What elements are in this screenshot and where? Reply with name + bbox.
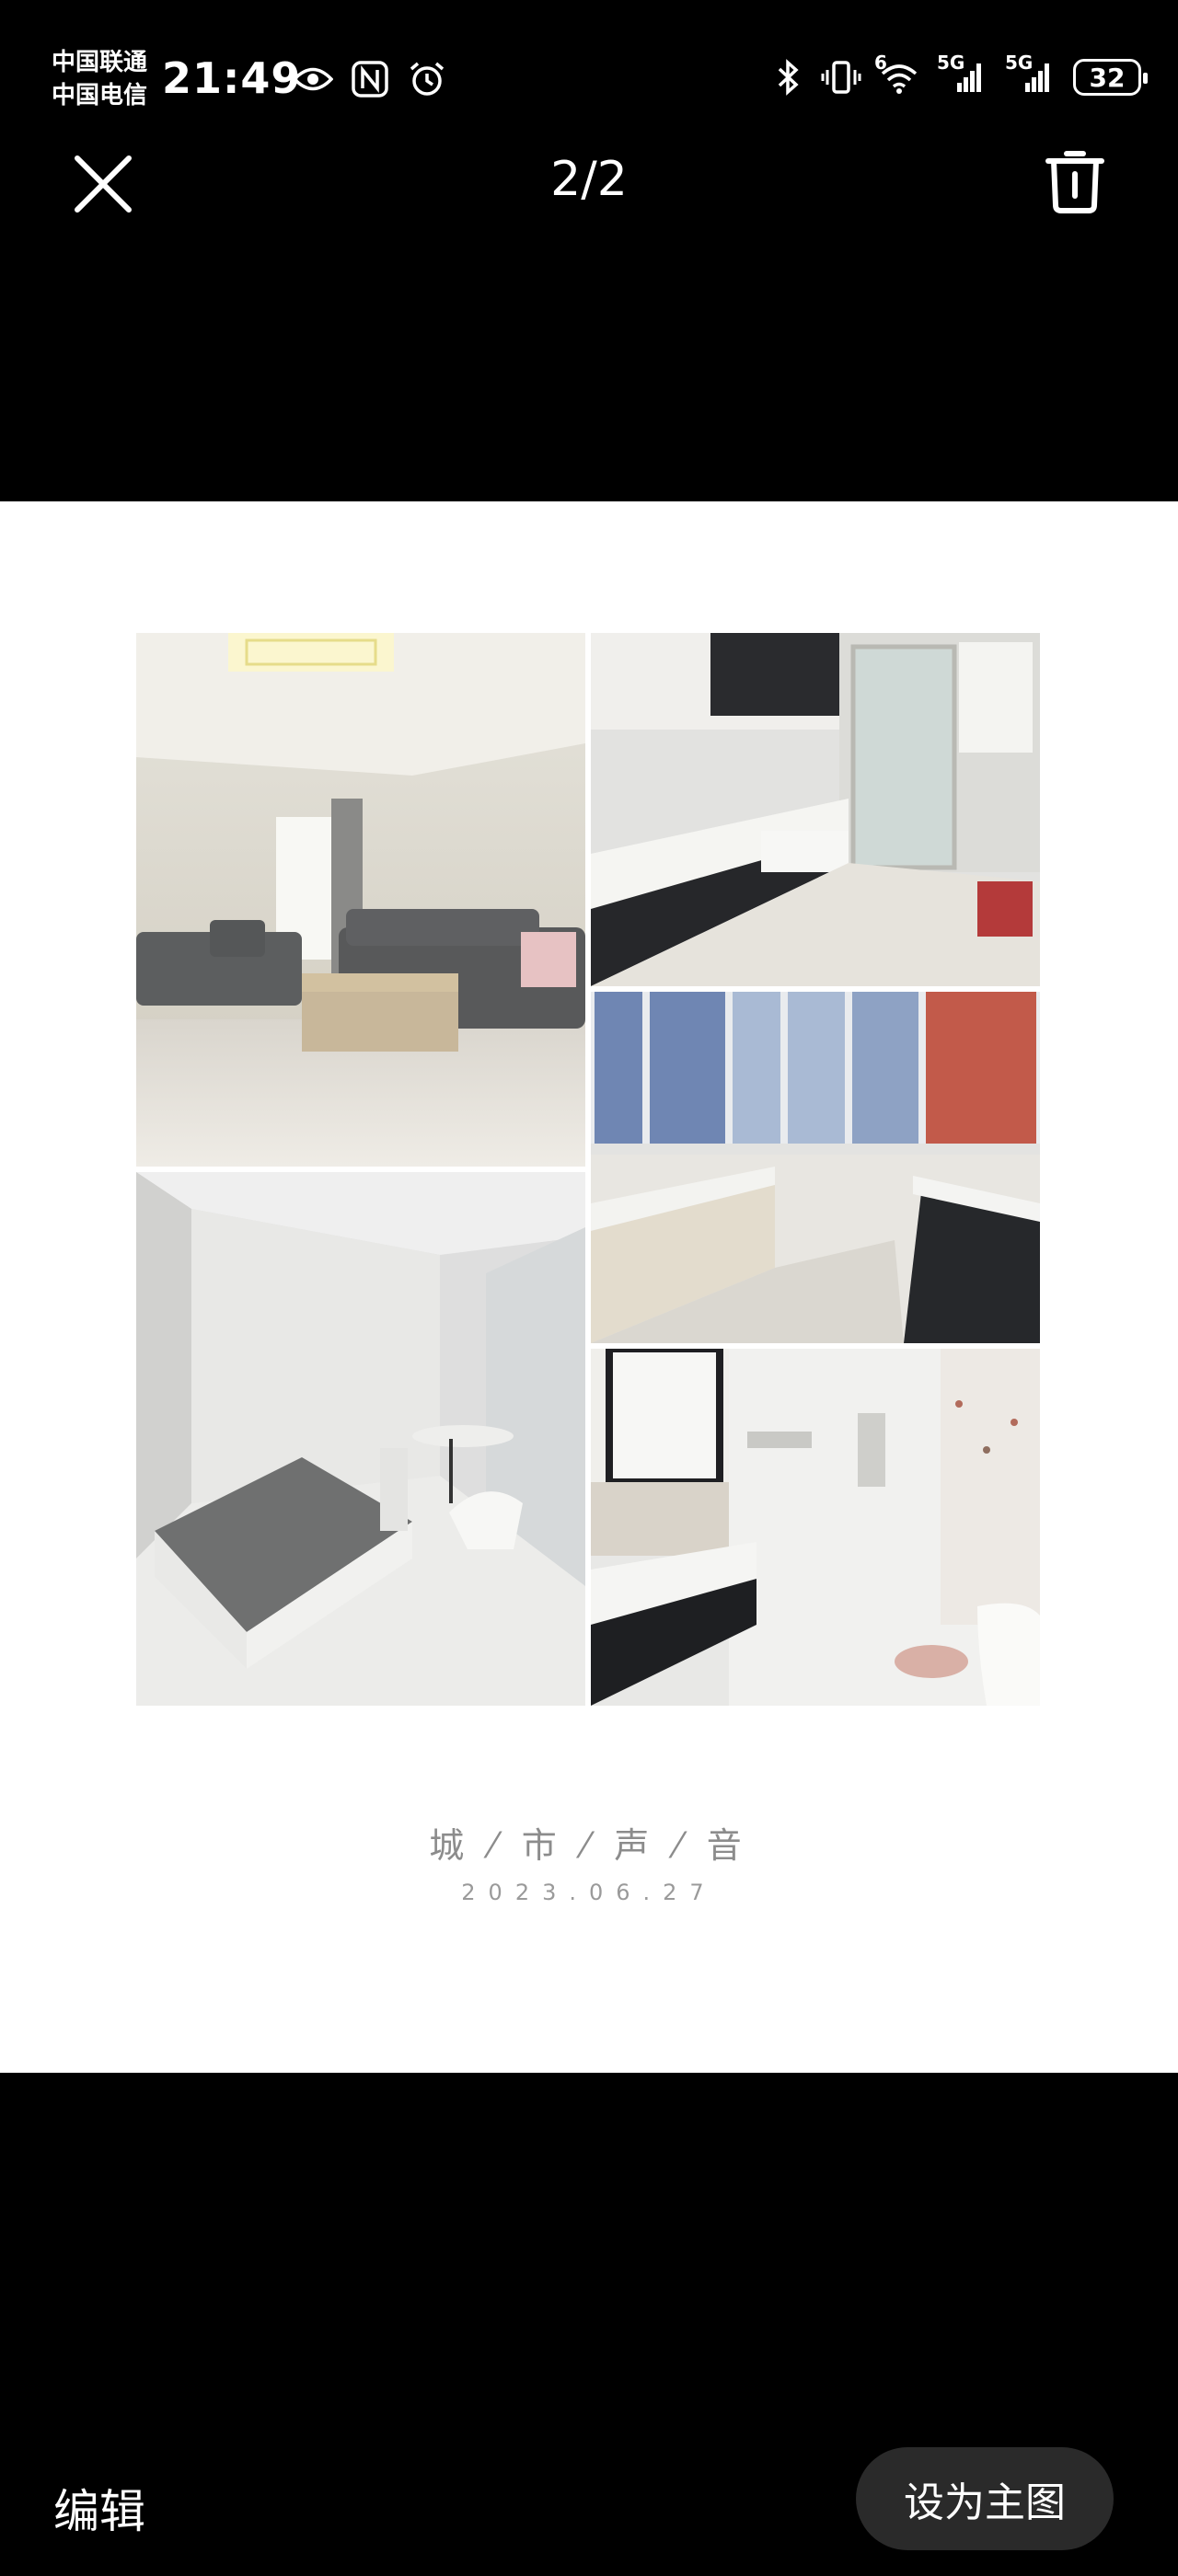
close-icon bbox=[74, 155, 133, 217]
signal-icon: 5G bbox=[937, 52, 992, 98]
wifi-icon: 6 bbox=[874, 52, 924, 98]
carrier-1: 中国联通 bbox=[52, 49, 148, 76]
status-right-icons: 6 5G 5G 32 bbox=[768, 52, 1148, 98]
clock: 21:49 bbox=[162, 53, 302, 103]
living-room-photo bbox=[136, 633, 585, 1167]
sim2-label: 5G bbox=[1005, 52, 1034, 74]
photo-caption: 城 ⁄ 市 ⁄ 声 ⁄ 音 bbox=[429, 1825, 749, 1866]
signal-icon: 5G bbox=[1005, 52, 1060, 98]
image-counter: 2/2 bbox=[550, 152, 628, 207]
bluetooth-icon bbox=[768, 57, 808, 98]
carrier-2: 中国电信 bbox=[52, 82, 148, 109]
nfc-icon bbox=[350, 59, 390, 99]
balcony-photo bbox=[591, 992, 1040, 1343]
battery-indicator: 32 bbox=[1073, 59, 1148, 96]
delete-button[interactable] bbox=[1036, 145, 1114, 223]
status-bar: 中国联通 中国电信 21:49 6 5G 5G 32 bbox=[0, 0, 1178, 156]
photo-collage bbox=[136, 633, 1040, 1706]
sim1-label: 5G bbox=[937, 52, 965, 74]
close-button[interactable] bbox=[64, 147, 142, 224]
photo-date: 2023.06.27 bbox=[461, 1880, 717, 1905]
eye-icon bbox=[293, 59, 333, 99]
carrier-info: 中国联通 中国电信 bbox=[52, 46, 147, 112]
trash-icon bbox=[1045, 150, 1105, 218]
wifi-label: 6 bbox=[874, 52, 887, 74]
alarm-icon bbox=[407, 59, 447, 99]
status-left-icons bbox=[293, 59, 447, 99]
bedroom-photo bbox=[136, 1172, 585, 1706]
photo-viewer[interactable]: 城 ⁄ 市 ⁄ 声 ⁄ 音 2023.06.27 bbox=[0, 501, 1178, 2073]
edit-button[interactable]: 编辑 bbox=[53, 2475, 145, 2541]
set-as-main-button[interactable]: 设为主图 bbox=[856, 2447, 1114, 2550]
vibrate-icon bbox=[821, 57, 861, 98]
kitchen-photo bbox=[591, 633, 1040, 986]
bathroom-photo bbox=[591, 1349, 1040, 1706]
